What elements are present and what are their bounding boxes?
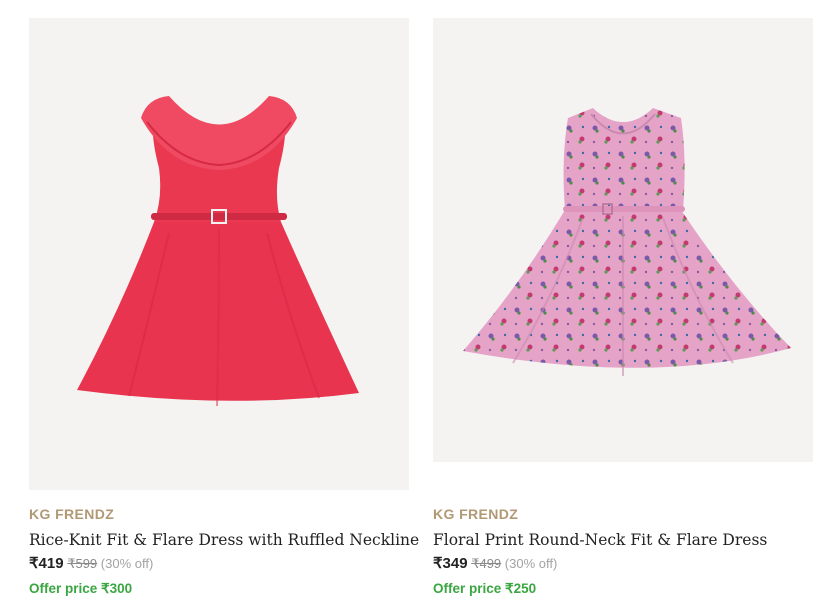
price-line: ₹349 ₹499 (30% off) — [433, 554, 813, 572]
offer-price: Offer price ₹300 — [29, 581, 133, 596]
price-line: ₹419 ₹599 (30% off) — [29, 554, 409, 572]
product-brand: KG FRENDZ — [29, 506, 115, 522]
product-card[interactable]: KG FRENDZ Floral Print Round-Neck Fit & … — [433, 18, 813, 596]
red-ruffled-dress-image — [77, 89, 359, 407]
product-brand: KG FRENDZ — [433, 506, 519, 522]
product-title[interactable]: Rice-Knit Fit & Flare Dress with Ruffled… — [29, 531, 419, 549]
selling-price: ₹419 — [29, 555, 64, 572]
pink-floral-dress-image — [463, 99, 791, 376]
selling-price: ₹349 — [433, 555, 468, 572]
product-image[interactable] — [433, 18, 813, 462]
discount-label: (30% off) — [504, 556, 558, 571]
offer-price: Offer price ₹250 — [433, 581, 537, 596]
discount-label: (30% off) — [100, 556, 154, 571]
original-price: ₹599 — [67, 556, 98, 571]
product-card[interactable]: KG FRENDZ Rice-Knit Fit & Flare Dress wi… — [29, 18, 419, 596]
original-price: ₹499 — [471, 556, 502, 571]
product-image[interactable] — [29, 18, 409, 490]
product-title[interactable]: Floral Print Round-Neck Fit & Flare Dres… — [433, 531, 813, 549]
